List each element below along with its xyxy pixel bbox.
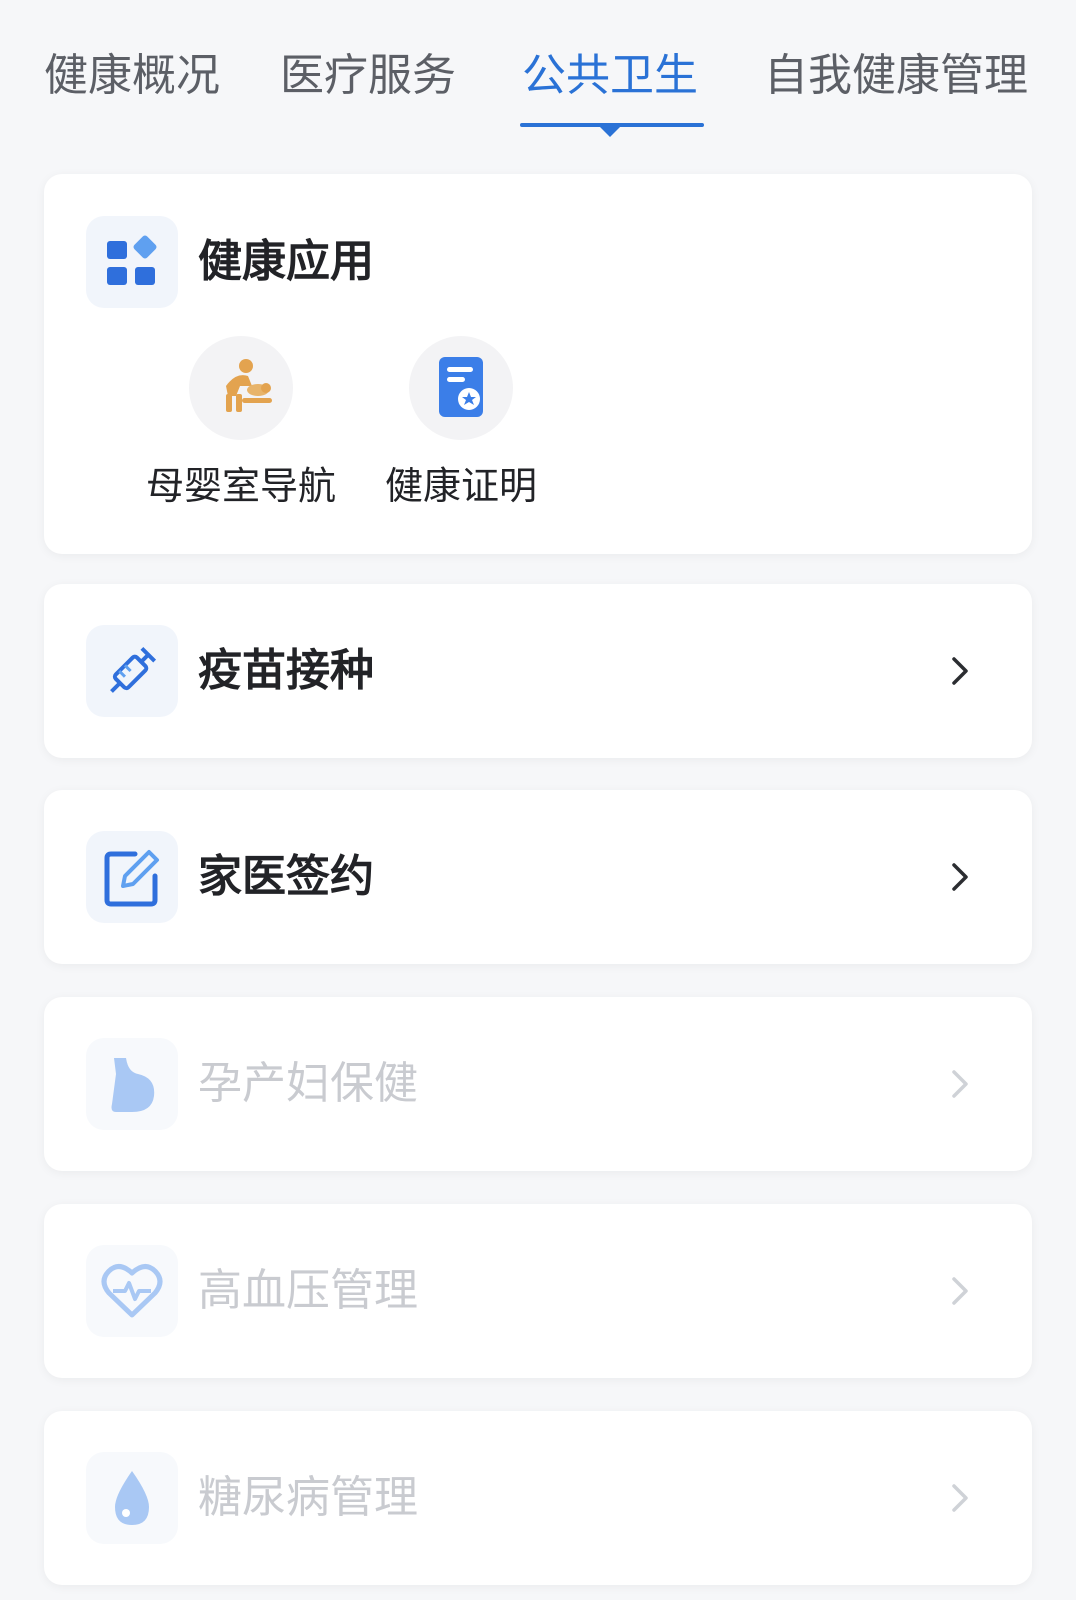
chevron-right-icon <box>940 857 980 897</box>
heart-pulse-icon <box>86 1245 178 1337</box>
service-maternal-care[interactable]: 孕产妇保健 <box>44 997 1032 1171</box>
health-apps-card: 健康应用 母婴室导航 健康证明 <box>44 174 1032 554</box>
tab-bar: 健康概况 医疗服务 公共卫生 自我健康管理 <box>0 0 1076 150</box>
chevron-right-icon <box>940 1271 980 1311</box>
service-title: 疫苗接种 <box>198 645 374 696</box>
blood-drop-icon <box>86 1452 178 1544</box>
app-mother-baby-room[interactable]: 母婴室导航 <box>136 336 346 510</box>
service-vaccination[interactable]: 疫苗接种 <box>44 584 1032 758</box>
active-tab-caret <box>598 125 622 137</box>
service-title: 糖尿病管理 <box>198 1472 418 1523</box>
chevron-right-icon <box>940 1064 980 1104</box>
service-hypertension[interactable]: 高血压管理 <box>44 1204 1032 1378</box>
chevron-right-icon <box>940 1478 980 1518</box>
health-certificate-icon <box>409 336 513 440</box>
app-label: 健康证明 <box>384 464 537 508</box>
tab-medical-services[interactable]: 医疗服务 <box>280 46 456 106</box>
app-health-certificate[interactable]: 健康证明 <box>356 336 566 510</box>
grid-apps-icon <box>86 216 178 308</box>
mother-baby-icon <box>189 336 293 440</box>
service-title: 孕产妇保健 <box>198 1058 418 1109</box>
app-label: 母婴室导航 <box>145 464 336 508</box>
service-family-doctor[interactable]: 家医签约 <box>44 790 1032 964</box>
tab-public-health[interactable]: 公共卫生 <box>522 46 698 106</box>
health-apps-title: 健康应用 <box>198 236 374 287</box>
tab-health-overview[interactable]: 健康概况 <box>44 46 220 106</box>
tab-self-health-management[interactable]: 自我健康管理 <box>764 46 1028 106</box>
syringe-icon <box>86 625 178 717</box>
service-title: 家医签约 <box>198 851 374 902</box>
edit-sign-icon <box>86 831 178 923</box>
service-diabetes[interactable]: 糖尿病管理 <box>44 1411 1032 1585</box>
pregnancy-icon <box>86 1038 178 1130</box>
chevron-right-icon <box>940 651 980 691</box>
service-title: 高血压管理 <box>198 1265 418 1316</box>
